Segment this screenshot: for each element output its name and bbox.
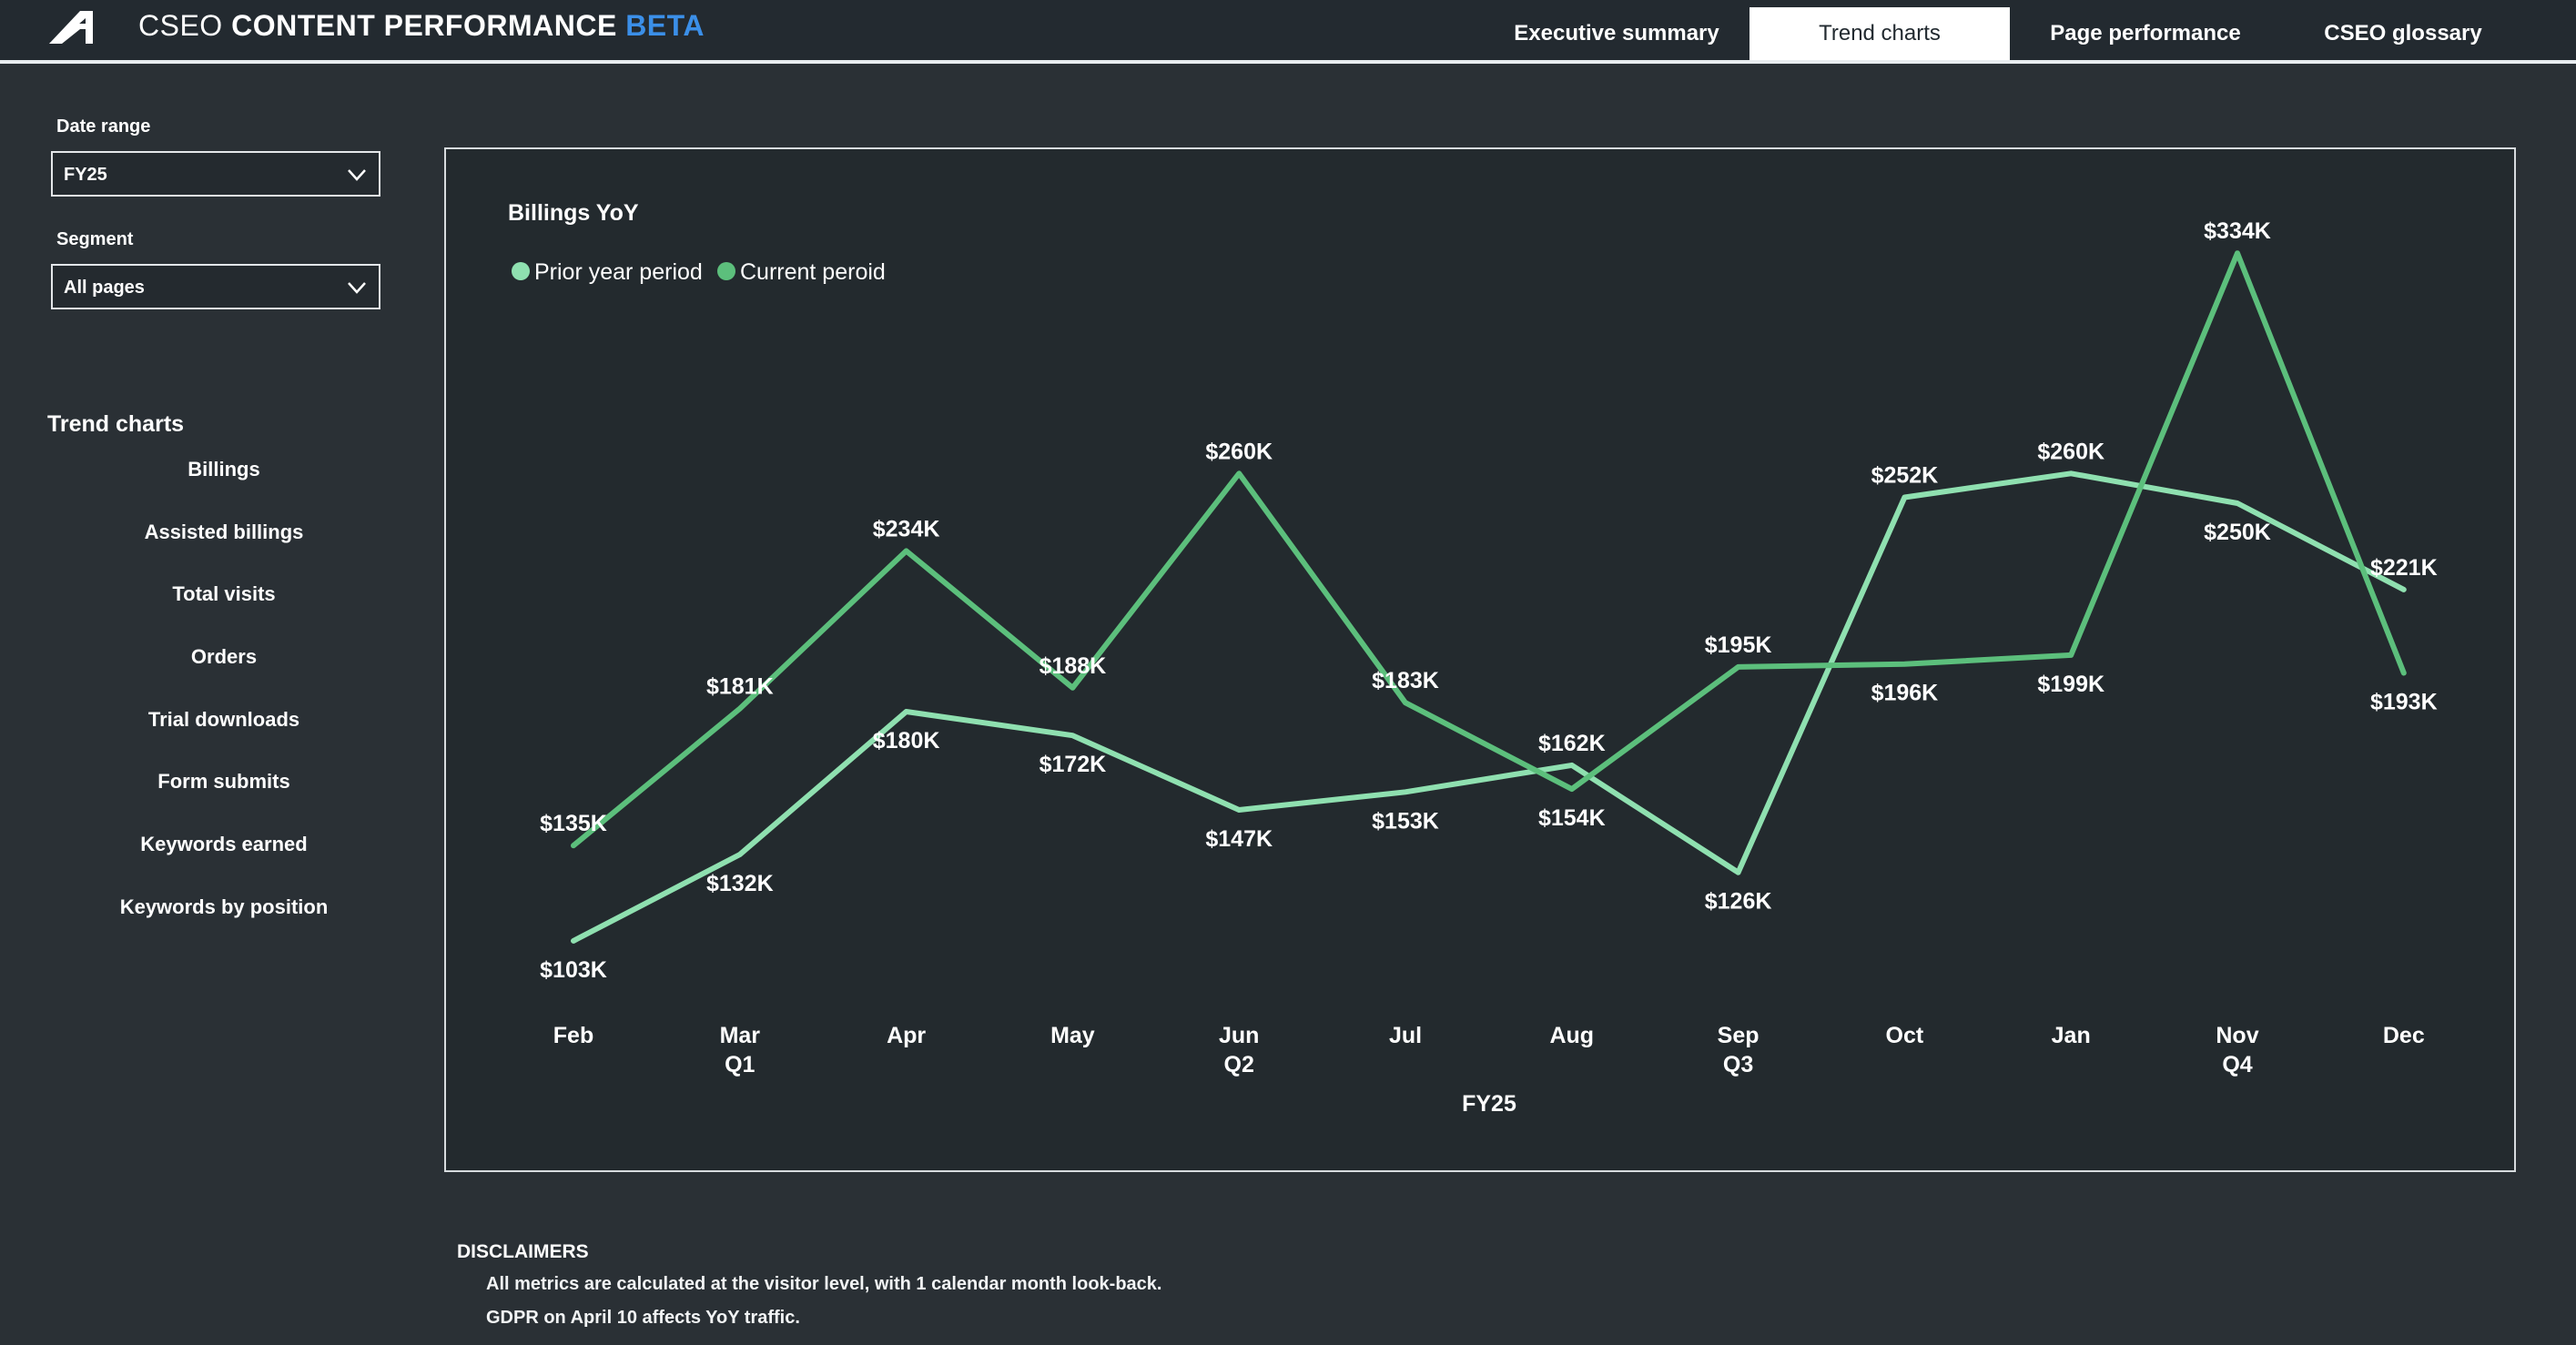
x-tick-label: Dec xyxy=(2383,1023,2425,1048)
x-quarter-label: Q2 xyxy=(1224,1052,1254,1077)
date-range-value: FY25 xyxy=(64,165,107,185)
legend-label-current-period[interactable]: Current peroid xyxy=(740,259,886,285)
data-label: $135K xyxy=(540,811,607,836)
x-tick-label: Mar xyxy=(720,1023,761,1048)
app-title-prefix: CSEO xyxy=(138,9,223,42)
tab-trend-charts[interactable]: Trend charts xyxy=(1749,7,2010,60)
legend-swatch-current-period xyxy=(717,262,735,280)
chevron-down-icon xyxy=(348,282,366,294)
data-label: $250K xyxy=(2204,520,2271,545)
x-quarter-label: Q1 xyxy=(725,1052,755,1077)
data-label: $147K xyxy=(1205,826,1273,852)
data-label: $252K xyxy=(1871,463,1939,489)
nav-item-trial-downloads[interactable]: Trial downloads xyxy=(51,702,397,738)
data-label: $221K xyxy=(2370,555,2438,581)
x-axis-title: FY25 xyxy=(1462,1091,1516,1117)
x-quarter-label: Q3 xyxy=(1723,1052,1753,1077)
data-label: $162K xyxy=(1538,731,1606,756)
tab-page-performance[interactable]: Page performance xyxy=(2015,7,2276,60)
data-label: $180K xyxy=(873,728,940,753)
nav-item-form-submits[interactable]: Form submits xyxy=(51,764,397,800)
series-line-current-period xyxy=(571,250,2407,849)
segment-dropdown[interactable]: All pages xyxy=(51,264,380,309)
data-label: $153K xyxy=(1372,808,1439,834)
data-label: $260K xyxy=(1205,439,1273,464)
date-range-label: Date range xyxy=(56,116,151,137)
nav-item-billings[interactable]: Billings xyxy=(51,451,397,488)
data-label: $132K xyxy=(706,871,774,896)
billings-yoy-chart: Billings YoY Prior year period Current p… xyxy=(508,200,2438,1117)
x-tick-label: Feb xyxy=(553,1023,593,1048)
x-tick-label: Oct xyxy=(1886,1023,1924,1048)
date-range-dropdown[interactable]: FY25 xyxy=(51,151,380,197)
nav-item-total-visits[interactable]: Total visits xyxy=(51,576,397,612)
x-tick-label: Jun xyxy=(1219,1023,1259,1048)
chart-title: Billings YoY xyxy=(508,200,639,226)
data-label: $126K xyxy=(1705,889,1772,915)
x-tick-label: Jul xyxy=(1389,1023,1422,1048)
tab-executive-summary[interactable]: Executive summary xyxy=(1489,7,1744,60)
x-tick-label: May xyxy=(1050,1023,1095,1048)
disclaimer-line: GDPR on April 10 affects YoY traffic. xyxy=(486,1308,800,1328)
disclaimer-line: All metrics are calculated at the visito… xyxy=(486,1274,1162,1294)
legend-label-prior-year[interactable]: Prior year period xyxy=(534,259,703,285)
data-label: $183K xyxy=(1372,668,1439,693)
series-line-prior-year xyxy=(571,470,2407,944)
nav-item-keywords-earned[interactable]: Keywords earned xyxy=(51,826,397,863)
disclaimers: DISCLAIMERS All metrics are calculated a… xyxy=(457,1241,1161,1341)
beta-badge: BETA xyxy=(625,9,705,42)
app-title-main: CONTENT PERFORMANCE xyxy=(231,9,617,42)
chevron-down-icon xyxy=(348,169,366,181)
chart-legend: Prior year period Current peroid xyxy=(512,259,886,285)
data-label: $103K xyxy=(540,957,607,983)
nav-item-keywords-by-position[interactable]: Keywords by position xyxy=(51,889,397,925)
sidebar: Date range FY25 Segment All pages Trend … xyxy=(0,64,437,1345)
billings-yoy-chart-panel: Billings YoY Prior year period Current p… xyxy=(444,147,2516,1172)
data-label: $234K xyxy=(873,516,940,541)
nav-item-assisted-billings[interactable]: Assisted billings xyxy=(51,514,397,551)
data-label: $172K xyxy=(1040,752,1107,777)
data-label: $181K xyxy=(706,674,774,700)
x-tick-label: Sep xyxy=(1718,1023,1760,1048)
trend-charts-heading: Trend charts xyxy=(47,411,185,437)
data-label: $193K xyxy=(2370,690,2438,715)
plot-area: $103K $132K $180K $172K $147K $153K $162K $126K… xyxy=(540,218,2437,1077)
x-quarter-label: Q4 xyxy=(2222,1052,2252,1077)
app-header: CSEO CONTENT PERFORMANCE BETA Executive … xyxy=(0,0,2576,64)
app-title: CSEO CONTENT PERFORMANCE BETA xyxy=(138,9,705,43)
x-tick-label: Jan xyxy=(2052,1023,2091,1048)
data-label: $199K xyxy=(2037,672,2104,697)
x-tick-label: Aug xyxy=(1549,1023,1594,1048)
data-label: $196K xyxy=(1871,681,1939,706)
data-label: $154K xyxy=(1538,805,1606,831)
data-label: $188K xyxy=(1040,653,1107,679)
x-tick-label: Nov xyxy=(2216,1023,2258,1048)
disclaimers-title: DISCLAIMERS xyxy=(457,1241,589,1262)
autodesk-logo-icon xyxy=(49,11,93,44)
segment-label: Segment xyxy=(56,229,134,249)
nav-item-orders[interactable]: Orders xyxy=(51,639,397,675)
data-label: $195K xyxy=(1705,632,1772,658)
x-tick-label: Apr xyxy=(887,1023,926,1048)
data-label: $260K xyxy=(2037,439,2104,464)
data-label: $334K xyxy=(2204,218,2271,244)
segment-value: All pages xyxy=(64,278,145,298)
tab-cseo-glossary[interactable]: CSEO glossary xyxy=(2276,7,2530,60)
legend-swatch-prior-year xyxy=(512,262,530,280)
